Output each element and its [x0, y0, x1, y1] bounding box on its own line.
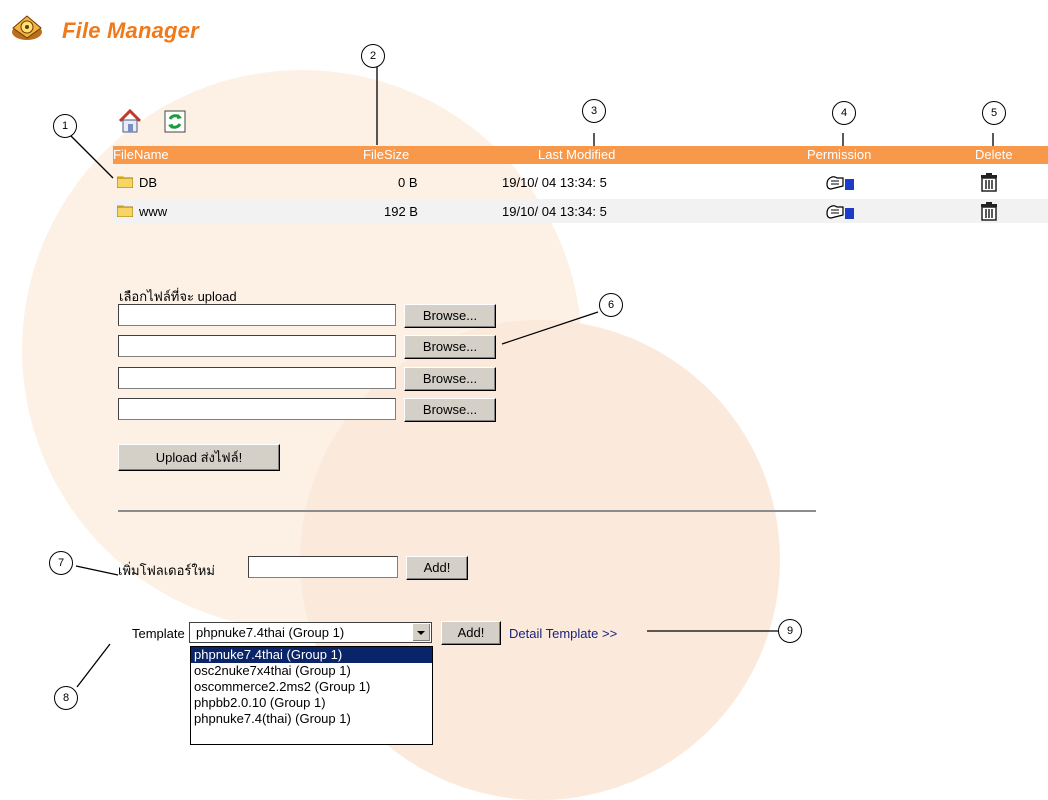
- file-size: 0 B: [398, 175, 418, 190]
- table-row[interactable]: DB 0 B 19/10/ 04 13:34: 5: [113, 170, 1048, 194]
- template-option[interactable]: phpnuke7.4(thai) (Group 1): [191, 711, 432, 727]
- header-delete: Delete: [975, 147, 1013, 162]
- file-modified: 19/10/ 04 13:34: 5: [502, 204, 607, 219]
- file-manager-logo-icon: [12, 15, 42, 40]
- callout-7: 7: [49, 551, 73, 575]
- browse-button-1[interactable]: Browse...: [404, 304, 496, 328]
- file-name[interactable]: DB: [139, 175, 157, 190]
- template-option[interactable]: oscommerce2.2ms2 (Group 1): [191, 679, 432, 695]
- template-label: Template: [132, 626, 185, 641]
- delete-trash-icon[interactable]: [980, 201, 998, 221]
- permission-hand-icon[interactable]: [825, 201, 855, 221]
- template-select[interactable]: phpnuke7.4thai (Group 1): [189, 622, 432, 643]
- delete-trash-icon[interactable]: [980, 172, 998, 192]
- callout-2: 2: [361, 44, 385, 68]
- folder-icon: [117, 205, 133, 217]
- callout-6: 6: [599, 293, 623, 317]
- callout-4: 4: [832, 101, 856, 125]
- divider: [118, 510, 816, 512]
- header-filesize[interactable]: FileSize: [363, 147, 409, 162]
- home-icon[interactable]: [118, 108, 142, 134]
- chevron-down-icon[interactable]: [412, 624, 430, 641]
- upload-file-input-2[interactable]: [118, 335, 396, 357]
- upload-file-input-4[interactable]: [118, 398, 396, 420]
- new-folder-input[interactable]: [248, 556, 398, 578]
- template-option[interactable]: osc2nuke7x4thai (Group 1): [191, 663, 432, 679]
- upload-file-input-1[interactable]: [118, 304, 396, 326]
- file-table-header: FileName FileSize Last Modified Permissi…: [113, 146, 1048, 164]
- refresh-icon[interactable]: [163, 108, 187, 134]
- app-title: File Manager: [62, 18, 199, 43]
- template-option[interactable]: phpnuke7.4thai (Group 1): [191, 647, 432, 663]
- template-dropdown-list[interactable]: phpnuke7.4thai (Group 1) osc2nuke7x4thai…: [190, 646, 433, 745]
- detail-template-link[interactable]: Detail Template >>: [509, 626, 617, 641]
- callout-9: 9: [778, 619, 802, 643]
- file-size: 192 B: [384, 204, 418, 219]
- callout-3: 3: [582, 99, 606, 123]
- new-folder-label: เพิ่มโฟลเดอร์ใหม่: [118, 563, 215, 578]
- file-name[interactable]: www: [139, 204, 167, 219]
- upload-submit-button[interactable]: Upload ส่งไฟล์!: [118, 444, 280, 471]
- add-folder-button[interactable]: Add!: [406, 556, 468, 580]
- callout-1: 1: [53, 114, 77, 138]
- permission-hand-icon[interactable]: [825, 172, 855, 192]
- upload-file-input-3[interactable]: [118, 367, 396, 389]
- header-filename[interactable]: FileName: [113, 147, 169, 162]
- add-template-button[interactable]: Add!: [441, 621, 501, 645]
- file-modified: 19/10/ 04 13:34: 5: [502, 175, 607, 190]
- callout-8: 8: [54, 686, 78, 710]
- template-option[interactable]: phpbb2.0.10 (Group 1): [191, 695, 432, 711]
- browse-button-3[interactable]: Browse...: [404, 367, 496, 391]
- folder-icon: [117, 176, 133, 188]
- callout-5: 5: [982, 101, 1006, 125]
- browse-button-2[interactable]: Browse...: [404, 335, 496, 359]
- header-last-modified[interactable]: Last Modified: [538, 147, 615, 162]
- browse-button-4[interactable]: Browse...: [404, 398, 496, 422]
- table-row[interactable]: www 192 B 19/10/ 04 13:34: 5: [113, 199, 1048, 223]
- header-permission: Permission: [807, 147, 872, 162]
- template-selected-value: phpnuke7.4thai (Group 1): [196, 625, 345, 640]
